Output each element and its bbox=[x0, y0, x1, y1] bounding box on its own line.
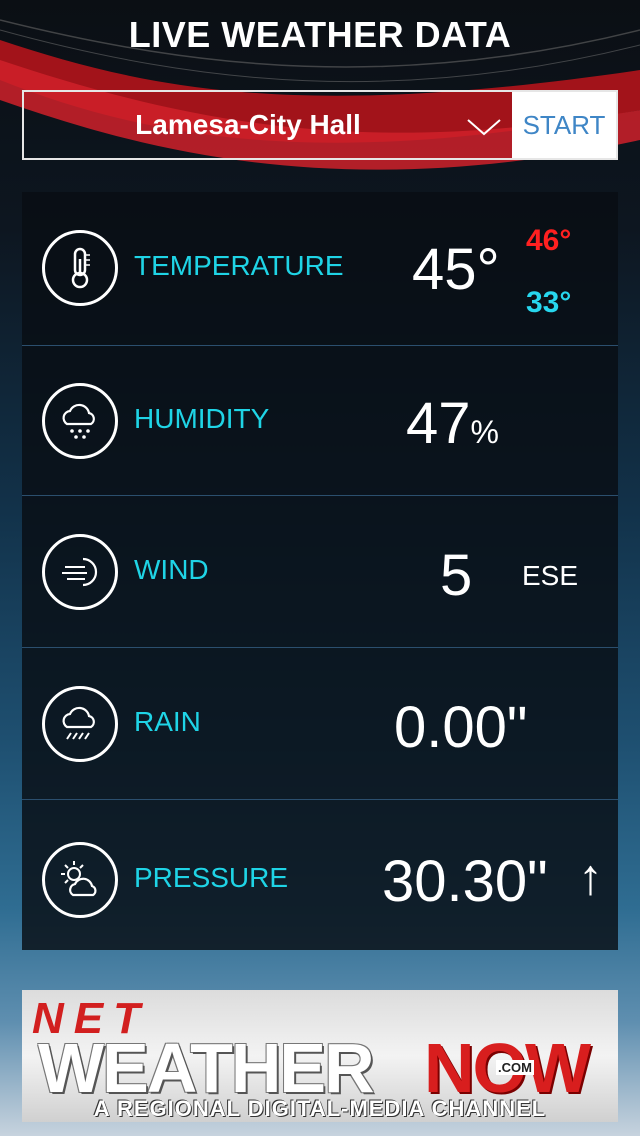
station-dropdown[interactable]: Lamesa-City Hall bbox=[24, 92, 512, 158]
temperature-label: TEMPERATURE bbox=[134, 250, 344, 281]
station-name: Lamesa-City Hall bbox=[135, 109, 361, 140]
sun-cloud-icon bbox=[42, 842, 118, 918]
station-selector[interactable]: Lamesa-City Hall START bbox=[22, 90, 618, 160]
humidity-row: HUMIDITY 47% bbox=[22, 346, 618, 496]
humidity-value-wrap: 47% bbox=[406, 390, 499, 457]
wind-direction: ESE bbox=[522, 560, 579, 591]
chevron-down-icon bbox=[467, 119, 501, 136]
rain-cloud-icon bbox=[42, 686, 118, 762]
humidity-unit: % bbox=[470, 414, 499, 450]
banner-tagline: A REGIONAL DIGITAL-MEDIA CHANNEL bbox=[93, 1096, 547, 1121]
temperature-low: 33° bbox=[526, 286, 572, 319]
banner-com-text: .COM bbox=[496, 1060, 534, 1075]
netweathernow-banner[interactable]: NET WEATHER NOW .COM A REGIONAL DIGITAL-… bbox=[22, 990, 618, 1122]
rain-label: RAIN bbox=[134, 706, 201, 737]
weather-panel: TEMPERATURE 45° 46° 33° HUMIDITY 47% WIN… bbox=[22, 192, 618, 950]
humidity-value: 47 bbox=[406, 391, 471, 456]
wind-speed: 5 bbox=[440, 543, 473, 608]
start-button[interactable]: START bbox=[512, 92, 616, 158]
temperature-high: 46° bbox=[526, 224, 572, 257]
wind-row: WIND 5 ESE bbox=[22, 496, 618, 648]
temperature-row: TEMPERATURE 45° 46° 33° bbox=[22, 192, 618, 346]
pressure-label: PRESSURE bbox=[134, 862, 289, 893]
page-title: LIVE WEATHER DATA bbox=[128, 14, 512, 55]
wind-label: WIND bbox=[134, 554, 209, 585]
humidity-label: HUMIDITY bbox=[134, 403, 270, 434]
thermometer-icon bbox=[42, 230, 118, 306]
pressure-value: 30.30" bbox=[382, 849, 548, 914]
wind-icon bbox=[42, 534, 118, 610]
pressure-trend-arrow: ↑ bbox=[578, 849, 603, 905]
temperature-value: 45° bbox=[412, 237, 500, 302]
rain-row: RAIN 0.00" bbox=[22, 648, 618, 800]
humidity-cloud-icon bbox=[42, 383, 118, 459]
rain-value: 0.00" bbox=[394, 695, 528, 760]
pressure-row: PRESSURE 30.30" ↑ bbox=[22, 800, 618, 950]
